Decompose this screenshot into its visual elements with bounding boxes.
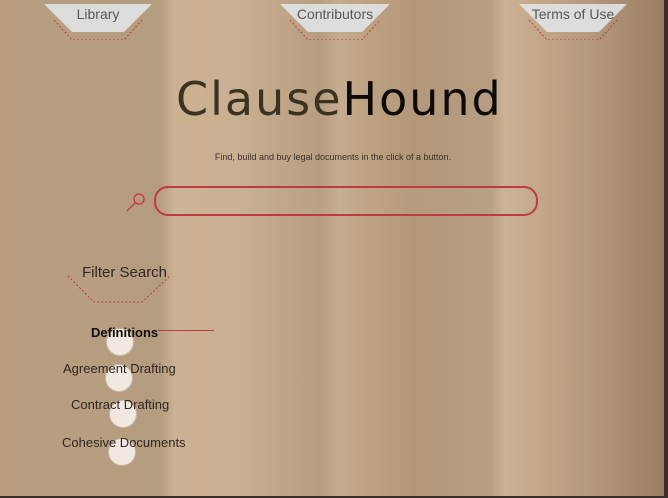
filter-option-label: Cohesive Documents bbox=[62, 435, 186, 450]
filter-search-header: Filter Search bbox=[66, 260, 176, 306]
filter-option-contract-drafting[interactable]: Contract Drafting bbox=[71, 394, 170, 428]
search-input[interactable] bbox=[154, 186, 538, 216]
logo-part-hound: Hound bbox=[342, 72, 503, 126]
nav-tab-terms-of-use[interactable]: Terms of Use bbox=[519, 4, 627, 40]
active-indicator-line bbox=[158, 330, 214, 331]
nav-tab-label: Contributors bbox=[296, 6, 374, 22]
tagline: Find, build and buy legal documents in t… bbox=[214, 152, 452, 162]
filter-option-agreement-drafting[interactable]: Agreement Drafting bbox=[63, 358, 176, 392]
nav-tab-library[interactable]: Library bbox=[44, 4, 152, 40]
window-frame-right bbox=[664, 0, 668, 498]
search-icon[interactable] bbox=[124, 190, 148, 214]
nav-tab-contributors[interactable]: Contributors bbox=[280, 4, 390, 40]
filter-option-label: Agreement Drafting bbox=[63, 361, 176, 376]
filter-option-label: Contract Drafting bbox=[71, 397, 170, 412]
filter-option-label: Definitions bbox=[91, 325, 159, 340]
logo-part-clause: Clause bbox=[176, 72, 343, 126]
nav-tab-label: Library bbox=[76, 6, 120, 22]
filter-search-title: Filter Search bbox=[82, 264, 168, 281]
filter-option-cohesive-documents[interactable]: Cohesive Documents bbox=[62, 432, 186, 466]
filter-option-definitions[interactable]: Definitions bbox=[91, 322, 214, 356]
brand-logo: ClauseHound bbox=[176, 72, 501, 136]
nav-tab-label: Terms of Use bbox=[531, 6, 615, 22]
